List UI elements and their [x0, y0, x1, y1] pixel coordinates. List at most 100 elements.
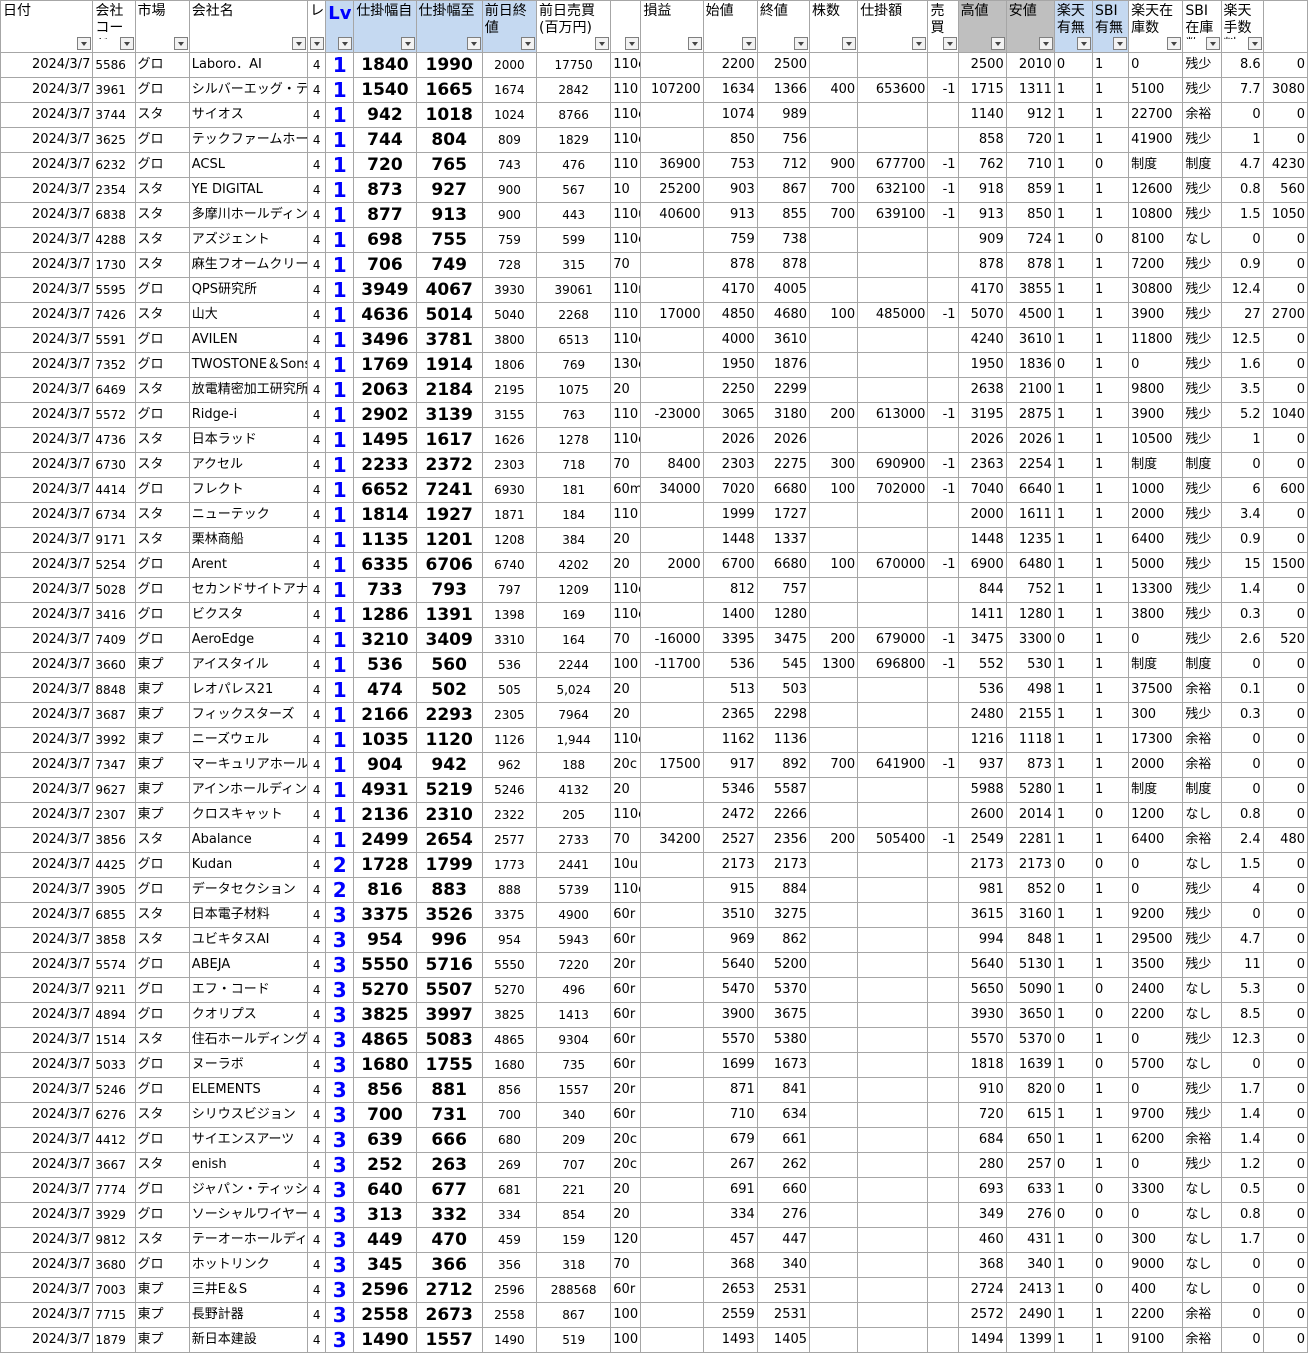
sbi-flag-cell[interactable]: 0 — [1092, 977, 1130, 1003]
prev-close-cell[interactable]: 797 — [481, 577, 538, 603]
high-cell[interactable]: 5640 — [957, 952, 1007, 978]
market-cell[interactable]: グロ — [134, 352, 190, 378]
sbi-flag-cell[interactable]: 1 — [1092, 352, 1130, 378]
sbi-stock-cell[interactable]: なし — [1182, 1052, 1222, 1078]
sbi-stock-cell[interactable]: 残少 — [1182, 552, 1222, 578]
type-cell[interactable]: 60r — [610, 1027, 642, 1053]
range-to-cell[interactable]: 470 — [415, 1227, 483, 1253]
rakuten-stock-cell[interactable]: 5700 — [1128, 1052, 1184, 1078]
rakuten-flag-cell[interactable]: 1 — [1053, 502, 1094, 528]
rakuten-flag-cell[interactable]: 1 — [1053, 552, 1094, 578]
market-cell[interactable]: グロ — [134, 477, 190, 503]
range-from-cell[interactable]: 1840 — [353, 52, 417, 78]
fee-cell[interactable]: 3080 — [1262, 77, 1308, 103]
pnl-cell[interactable]: 2000 — [640, 552, 704, 578]
rakuten-flag-cell[interactable]: 1 — [1053, 377, 1094, 403]
shares-cell[interactable] — [809, 1127, 859, 1153]
shares-cell[interactable] — [809, 227, 859, 253]
rakuten-flag-cell[interactable]: 1 — [1053, 652, 1094, 678]
sbi-flag-cell[interactable]: 1 — [1092, 652, 1130, 678]
code-cell[interactable]: 7774 — [92, 1177, 136, 1203]
shares-cell[interactable]: 700 — [809, 177, 859, 203]
rakuten-fee-cell[interactable]: 11 — [1220, 952, 1264, 978]
type-cell[interactable]: 110 — [610, 77, 642, 103]
low-cell[interactable]: 2413 — [1005, 1277, 1055, 1303]
lv-cell[interactable]: 1 — [325, 152, 355, 178]
amount-cell[interactable] — [857, 1252, 929, 1278]
pnl-cell[interactable] — [640, 1052, 704, 1078]
prev-volume-cell[interactable]: 7964 — [535, 702, 612, 728]
fee-cell[interactable]: 0 — [1262, 427, 1308, 453]
market-cell[interactable]: スタ — [134, 102, 190, 128]
prev-close-cell[interactable]: 6740 — [481, 552, 538, 578]
amount-cell[interactable] — [857, 527, 929, 553]
lev-cell[interactable]: 4 — [307, 902, 327, 928]
side-cell[interactable] — [927, 52, 959, 78]
range-to-cell[interactable]: 1617 — [415, 427, 483, 453]
low-cell[interactable]: 2100 — [1005, 377, 1055, 403]
low-cell[interactable]: 5130 — [1005, 952, 1055, 978]
lev-cell[interactable]: 4 — [307, 1027, 327, 1053]
company-name-cell[interactable]: ニーズウェル — [188, 727, 309, 753]
amount-cell[interactable] — [857, 977, 929, 1003]
market-cell[interactable]: グロ — [134, 627, 190, 653]
amount-cell[interactable] — [857, 1102, 929, 1128]
low-cell[interactable]: 1118 — [1005, 727, 1055, 753]
market-cell[interactable]: グロ — [134, 1002, 190, 1028]
high-cell[interactable]: 552 — [957, 652, 1007, 678]
fee-cell[interactable]: 0 — [1262, 602, 1308, 628]
side-cell[interactable] — [927, 377, 959, 403]
range-to-cell[interactable]: 666 — [415, 1127, 483, 1153]
shares-cell[interactable] — [809, 702, 859, 728]
range-from-cell[interactable]: 942 — [353, 102, 417, 128]
prev-close-cell[interactable]: 1208 — [481, 527, 538, 553]
range-from-cell[interactable]: 640 — [353, 1177, 417, 1203]
prev-close-cell[interactable]: 3930 — [481, 277, 538, 303]
rakuten-fee-cell[interactable]: 0.3 — [1220, 602, 1264, 628]
pnl-cell[interactable]: 36900 — [640, 152, 704, 178]
range-to-cell[interactable]: 793 — [415, 577, 483, 603]
pnl-cell[interactable] — [640, 377, 704, 403]
date-cell[interactable]: 2024/3/7 — [0, 1152, 94, 1178]
close-cell[interactable]: 738 — [756, 227, 811, 253]
lv-cell[interactable]: 3 — [325, 1027, 355, 1053]
fee-cell[interactable]: 0 — [1262, 852, 1308, 878]
pnl-cell[interactable] — [640, 1127, 704, 1153]
type-cell[interactable]: 20 — [610, 1177, 642, 1203]
close-cell[interactable]: 2266 — [756, 802, 811, 828]
prev-close-cell[interactable]: 1674 — [481, 77, 538, 103]
code-cell[interactable]: 1879 — [92, 1327, 136, 1353]
range-to-cell[interactable]: 6706 — [415, 552, 483, 578]
range-to-cell[interactable]: 996 — [415, 927, 483, 953]
low-cell[interactable]: 3300 — [1005, 627, 1055, 653]
open-cell[interactable]: 969 — [702, 927, 758, 953]
range-to-cell[interactable]: 3526 — [415, 902, 483, 928]
lv-cell[interactable]: 2 — [325, 877, 355, 903]
pnl-cell[interactable]: 34200 — [640, 827, 704, 853]
rakuten-stock-cell[interactable]: 制度 — [1128, 152, 1184, 178]
range-from-cell[interactable]: 3949 — [353, 277, 417, 303]
rakuten-stock-cell[interactable]: 17300 — [1128, 727, 1184, 753]
code-cell[interactable]: 3416 — [92, 602, 136, 628]
close-cell[interactable]: 757 — [756, 577, 811, 603]
rakuten-stock-cell[interactable]: 9000 — [1128, 1252, 1184, 1278]
rakuten-fee-cell[interactable]: 7.7 — [1220, 77, 1264, 103]
date-cell[interactable]: 2024/3/7 — [0, 652, 94, 678]
company-name-cell[interactable]: ジャパン・ティッシュエンジニアリング — [188, 1177, 309, 1203]
pnl-cell[interactable] — [640, 527, 704, 553]
market-cell[interactable]: 東プ — [134, 702, 190, 728]
sbi-flag-cell[interactable]: 1 — [1092, 377, 1130, 403]
range-from-cell[interactable]: 700 — [353, 1102, 417, 1128]
rakuten-flag-cell[interactable]: 1 — [1053, 827, 1094, 853]
lev-cell[interactable]: 4 — [307, 1202, 327, 1228]
type-cell[interactable]: 60r — [610, 927, 642, 953]
lev-cell[interactable]: 4 — [307, 1277, 327, 1303]
lv-cell[interactable]: 1 — [325, 677, 355, 703]
amount-cell[interactable] — [857, 952, 929, 978]
prev-volume-cell[interactable]: 763 — [535, 402, 612, 428]
rakuten-fee-cell[interactable]: 3.5 — [1220, 377, 1264, 403]
low-cell[interactable]: 2010 — [1005, 52, 1055, 78]
high-cell[interactable]: 2572 — [957, 1302, 1007, 1328]
prev-volume-cell[interactable]: 39061 — [535, 277, 612, 303]
filter-dropdown-button[interactable] — [942, 37, 957, 50]
